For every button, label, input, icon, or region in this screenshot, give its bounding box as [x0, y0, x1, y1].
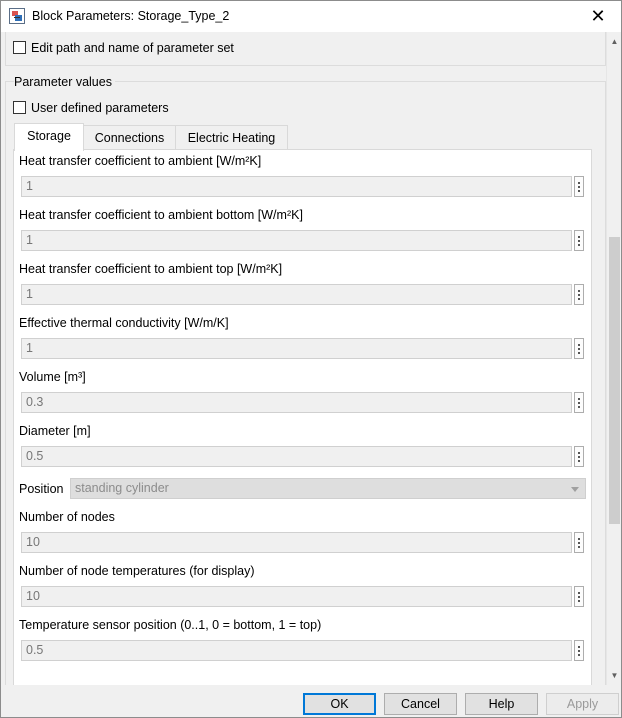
- cancel-button[interactable]: Cancel: [384, 693, 457, 715]
- user-defined-checkbox[interactable]: [13, 101, 26, 114]
- ellipsis-icon[interactable]: [574, 392, 584, 413]
- param-label: Heat transfer coefficient to ambient [W/…: [19, 154, 262, 168]
- param-label: Volume [m³]: [19, 370, 86, 384]
- param-input[interactable]: 1: [21, 338, 572, 359]
- param-input[interactable]: 0.5: [21, 640, 572, 661]
- edit-path-checkbox[interactable]: [13, 41, 26, 54]
- position-value: standing cylinder: [75, 481, 169, 495]
- close-icon[interactable]: ✕: [575, 1, 621, 32]
- edit-path-label: Edit path and name of parameter set: [31, 41, 234, 55]
- param-label: Temperature sensor position (0..1, 0 = b…: [19, 618, 322, 632]
- apply-button[interactable]: Apply: [546, 693, 619, 715]
- block-parameters-dialog: Block Parameters: Storage_Type_2 ✕ Edit …: [0, 0, 622, 718]
- ellipsis-icon[interactable]: [574, 640, 584, 661]
- param-input[interactable]: 1: [21, 230, 572, 251]
- user-defined-label: User defined parameters: [31, 101, 169, 115]
- horizontal-scrollbar[interactable]: [1, 685, 621, 690]
- param-input[interactable]: 0.5: [21, 446, 572, 467]
- group-title: Parameter values: [14, 75, 115, 89]
- param-input[interactable]: 10: [21, 586, 572, 607]
- title-bar: Block Parameters: Storage_Type_2 ✕: [1, 1, 621, 32]
- scrollbar-thumb[interactable]: [609, 237, 620, 524]
- ok-button[interactable]: OK: [303, 693, 376, 715]
- ellipsis-icon[interactable]: [574, 338, 584, 359]
- ellipsis-icon[interactable]: [574, 532, 584, 553]
- position-select[interactable]: standing cylinder: [70, 478, 586, 499]
- position-label: Position: [19, 482, 64, 496]
- ellipsis-icon[interactable]: [574, 586, 584, 607]
- param-label: Effective thermal conductivity [W/m/K]: [19, 316, 229, 330]
- ellipsis-icon[interactable]: [574, 230, 584, 251]
- ellipsis-icon[interactable]: [574, 284, 584, 305]
- tab-storage[interactable]: Storage: [14, 123, 84, 151]
- param-input[interactable]: 1: [21, 284, 572, 305]
- param-label: Heat transfer coefficient to ambient top…: [19, 262, 283, 276]
- ellipsis-icon[interactable]: [574, 446, 584, 467]
- vertical-scrollbar[interactable]: ▲ ▼: [606, 32, 621, 685]
- help-button[interactable]: Help: [465, 693, 538, 715]
- block-parameters-icon: [9, 8, 25, 24]
- param-input[interactable]: 10: [21, 532, 572, 553]
- param-label: Number of nodes: [19, 510, 115, 524]
- tab-connections[interactable]: Connections: [83, 125, 176, 150]
- chevron-down-icon: [571, 487, 579, 492]
- param-input[interactable]: 0.3: [21, 392, 572, 413]
- scroll-down-icon[interactable]: ▼: [607, 668, 622, 683]
- param-label: Diameter [m]: [19, 424, 91, 438]
- window-title: Block Parameters: Storage_Type_2: [32, 9, 230, 23]
- param-label: Number of node temperatures (for display…: [19, 564, 255, 578]
- scroll-up-icon[interactable]: ▲: [607, 34, 622, 49]
- dialog-content: Edit path and name of parameter set Para…: [1, 32, 606, 685]
- tab-electric-heating[interactable]: Electric Heating: [175, 125, 288, 150]
- param-label: Heat transfer coefficient to ambient bot…: [19, 208, 303, 222]
- param-input[interactable]: 1: [21, 176, 572, 197]
- ellipsis-icon[interactable]: [574, 176, 584, 197]
